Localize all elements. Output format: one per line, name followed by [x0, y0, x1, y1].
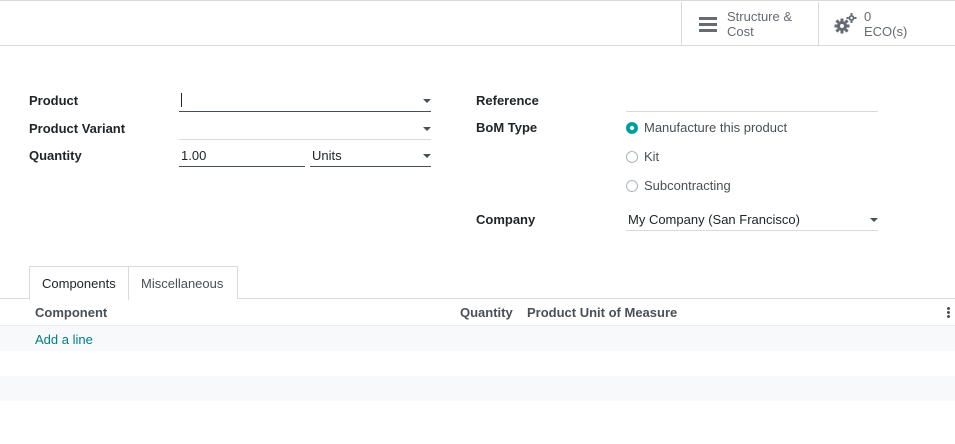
- eco-button[interactable]: 0 ECO(s): [818, 2, 955, 45]
- table-row: [0, 376, 955, 401]
- chevron-down-icon[interactable]: [423, 154, 431, 158]
- radio-label: Kit: [644, 149, 660, 164]
- text-cursor: [181, 93, 182, 107]
- structure-cost-label: Structure & Cost: [727, 9, 793, 39]
- bom-type-kit-radio[interactable]: Kit: [626, 149, 659, 164]
- product-field[interactable]: [179, 90, 431, 112]
- tab-components[interactable]: Components: [29, 266, 129, 300]
- uom-value: Units: [312, 148, 342, 163]
- gears-icon: [834, 13, 857, 34]
- radio-label: Manufacture this product: [644, 120, 788, 135]
- radio-checked-icon[interactable]: [626, 121, 638, 134]
- product-variant-label: Product Variant: [29, 121, 126, 136]
- company-label: Company: [476, 212, 536, 227]
- radio-unchecked-icon[interactable]: [626, 150, 638, 163]
- notebook-tabs: Components Miscellaneous: [0, 266, 955, 300]
- quantity-input[interactable]: 1.00: [179, 145, 305, 167]
- radio-unchecked-icon[interactable]: [626, 179, 638, 192]
- bars-icon: [699, 17, 717, 32]
- column-uom[interactable]: Product Unit of Measure: [527, 305, 677, 320]
- reference-label: Reference: [476, 93, 539, 108]
- structure-cost-button[interactable]: Structure & Cost: [681, 2, 818, 45]
- components-table-header: Component Quantity Product Unit of Measu…: [0, 299, 955, 326]
- chevron-down-icon[interactable]: [423, 99, 431, 103]
- tab-miscellaneous[interactable]: Miscellaneous: [129, 266, 238, 299]
- radio-label: Subcontracting: [644, 178, 731, 193]
- uom-select[interactable]: Units: [310, 145, 431, 167]
- reference-input[interactable]: [626, 90, 878, 112]
- product-label: Product: [29, 93, 79, 108]
- bom-type-label: BoM Type: [476, 120, 538, 135]
- button-box: Structure & Cost 0 ECO(s): [0, 2, 955, 46]
- bom-type-subcontracting-radio[interactable]: Subcontracting: [626, 178, 731, 193]
- chevron-down-icon[interactable]: [870, 218, 878, 222]
- table-row: Add a line: [0, 326, 955, 351]
- eco-label: 0 ECO(s): [864, 9, 908, 39]
- column-quantity[interactable]: Quantity: [460, 305, 513, 320]
- add-line-link[interactable]: Add a line: [35, 332, 93, 347]
- quantity-value: 1.00: [181, 148, 207, 163]
- chevron-down-icon[interactable]: [423, 127, 431, 131]
- product-variant-field[interactable]: [179, 118, 431, 140]
- quantity-label: Quantity: [29, 148, 82, 163]
- optional-columns-icon[interactable]: [947, 307, 950, 318]
- column-component[interactable]: Component: [35, 305, 107, 320]
- company-value: My Company (San Francisco): [628, 212, 800, 227]
- company-field[interactable]: My Company (San Francisco): [626, 209, 878, 231]
- bom-type-manufacture-radio[interactable]: Manufacture this product: [626, 120, 787, 135]
